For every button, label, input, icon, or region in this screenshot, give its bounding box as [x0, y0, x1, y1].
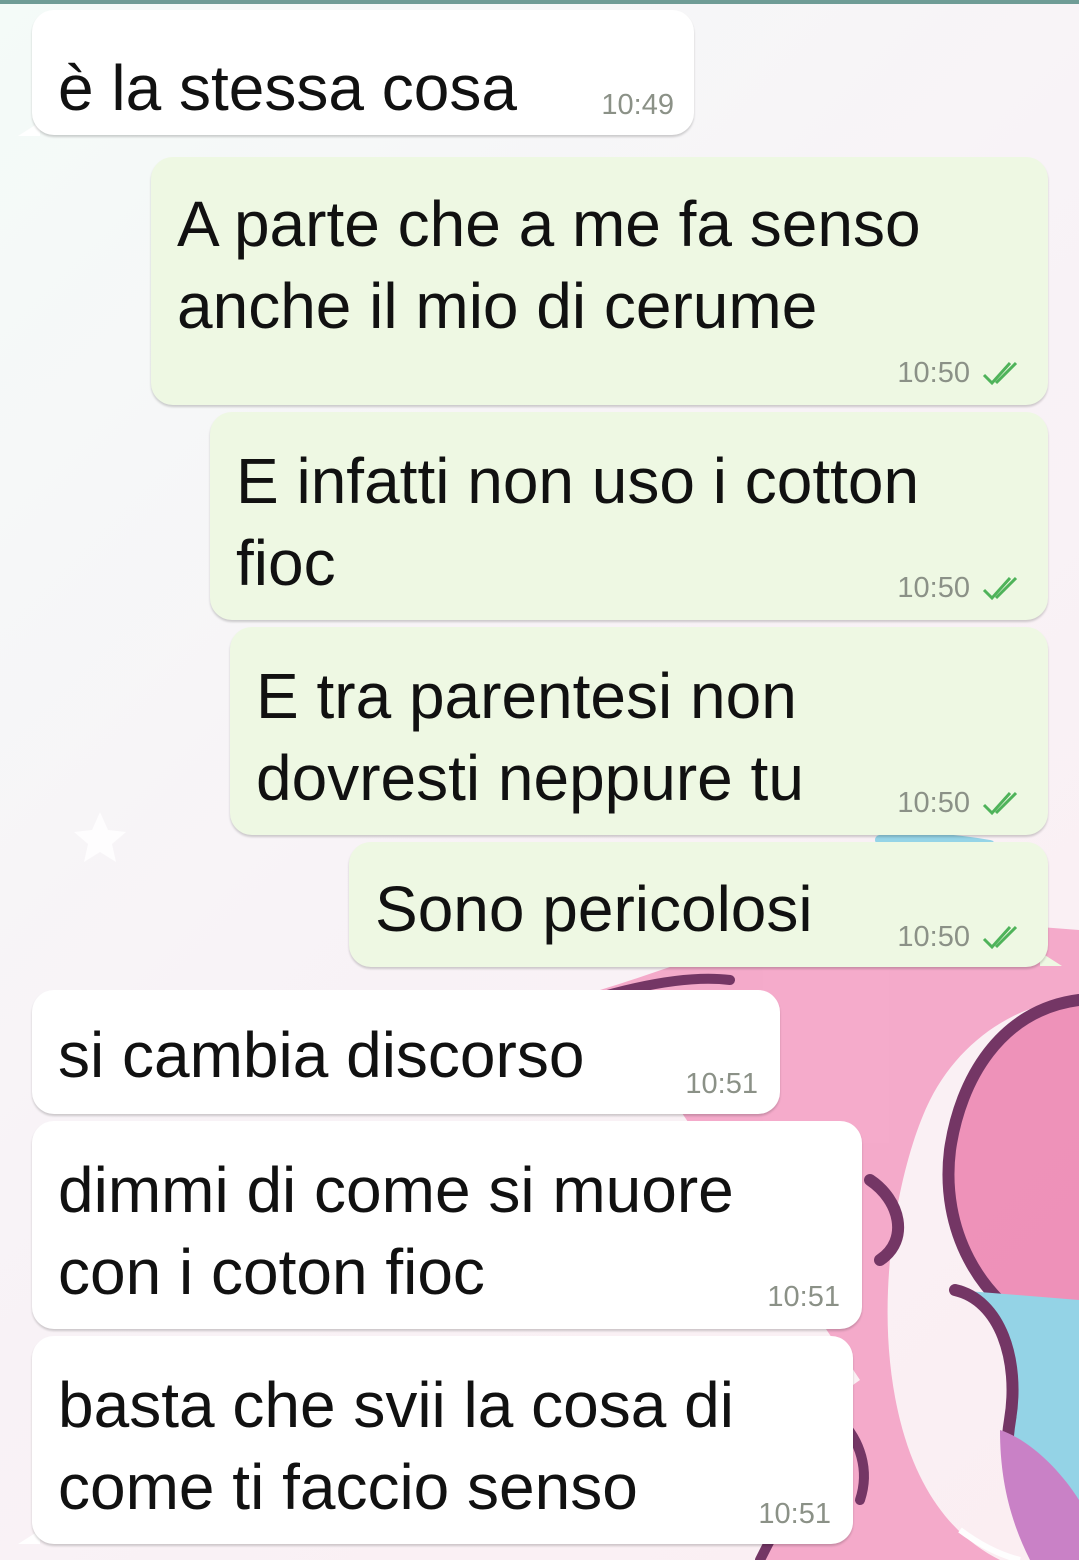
read-double-check-icon: [982, 361, 1018, 386]
message-timestamp: 10:50: [897, 921, 970, 953]
message-timestamp: 10:49: [601, 89, 674, 121]
message-text: fioc: [236, 527, 336, 599]
message-bubble-outgoing[interactable]: A parte che a me fa senso anche il mio d…: [151, 157, 1048, 405]
wallpaper-star-icon: [74, 812, 126, 862]
message-text: con i coton fioc: [58, 1236, 485, 1308]
message-bubble-outgoing[interactable]: E infatti non uso i cotton fioc 10:50: [210, 412, 1048, 620]
message-text: dovresti neppure tu: [256, 742, 804, 814]
message-text: Sono pericolosi: [375, 873, 813, 945]
read-double-check-icon: [982, 576, 1018, 601]
message-text: basta che svii la cosa di: [58, 1369, 734, 1441]
message-timestamp: 10:51: [767, 1281, 840, 1313]
message-timestamp: 10:51: [685, 1068, 758, 1100]
message-bubble-incoming[interactable]: dimmi di come si muore con i coton fioc …: [32, 1121, 862, 1329]
message-bubble-outgoing[interactable]: E tra parentesi non dovresti neppure tu …: [230, 627, 1048, 835]
message-bubble-incoming[interactable]: è la stessa cosa 10:49: [32, 10, 694, 135]
message-bubble-incoming[interactable]: si cambia discorso 10:51: [32, 990, 780, 1114]
message-text: E infatti non uso i cotton: [236, 445, 920, 517]
message-timestamp: 10:50: [897, 572, 970, 604]
message-text: è la stessa cosa: [58, 52, 517, 124]
message-timestamp: 10:51: [758, 1498, 831, 1530]
message-text: come ti faccio senso: [58, 1451, 638, 1523]
message-bubble-outgoing[interactable]: Sono pericolosi 10:50: [349, 842, 1048, 967]
message-text: si cambia discorso: [58, 1019, 585, 1091]
message-bubble-incoming[interactable]: basta che svii la cosa di come ti faccio…: [32, 1336, 853, 1544]
message-timestamp: 10:50: [897, 357, 970, 389]
read-double-check-icon: [982, 925, 1018, 950]
read-double-check-icon: [982, 791, 1018, 816]
message-timestamp: 10:50: [897, 787, 970, 819]
message-text: A parte che a me fa senso: [177, 188, 921, 260]
message-text: dimmi di come si muore: [58, 1154, 734, 1226]
message-text: anche il mio di cerume: [177, 270, 818, 342]
message-text: E tra parentesi non: [256, 660, 797, 732]
